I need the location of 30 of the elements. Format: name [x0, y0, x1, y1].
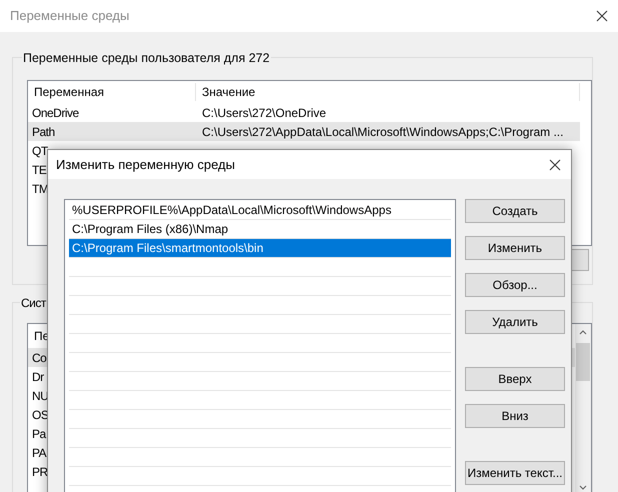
column-header[interactable]: Значение	[196, 83, 580, 101]
dialog-button[interactable]: Создать	[465, 199, 565, 223]
table-cell-text: C:\Users\272\AppData\Local\Microsoft\WindowsApps;C:\Program ...	[201, 124, 564, 140]
dialog-button[interactable]: Изменить	[465, 236, 565, 260]
scrollbar-thumb[interactable]	[576, 343, 590, 381]
dialog-button[interactable]: Изменить текст...	[465, 461, 565, 485]
column-header[interactable]: Переменная	[28, 83, 196, 101]
table-cell-text: PA	[32, 444, 46, 462]
table-cell: OneDrive	[32, 106, 79, 120]
table-cell: Path	[32, 124, 55, 138]
window-title: Переменные среды	[10, 7, 130, 26]
path-entry[interactable]: C:\Program Files\smartmontools\bin	[69, 239, 451, 258]
close-icon[interactable]	[549, 158, 561, 170]
dialog-button[interactable]: Вниз	[465, 404, 565, 428]
dialog-button[interactable]: Удалить	[465, 310, 565, 334]
dialog-button[interactable]: Вверх	[465, 367, 565, 391]
table-cell: QT	[32, 144, 48, 158]
dialog-button[interactable]: Обзор...	[465, 273, 565, 297]
dialog-title: Изменить переменную среды	[56, 156, 235, 174]
table-row[interactable]: OneDrive C:\Users\272\OneDrive	[28, 103, 580, 122]
path-entry[interactable]: %USERPROFILE%\AppData\Local\Microsoft\WindowsApps	[69, 201, 451, 220]
table-cell-text: Dr	[32, 368, 44, 386]
scroll-up-icon[interactable]	[579, 330, 587, 335]
table-cell-text: Pa	[32, 426, 46, 442]
table-row[interactable]: Path C:\Users\272\AppData\Local\Microsoft\WindowsApps;C:\Program ...	[28, 122, 580, 141]
scrollbar[interactable]	[575, 324, 591, 492]
table-cell-text: Co	[32, 350, 46, 366]
scroll-down-icon[interactable]	[579, 485, 587, 490]
close-icon[interactable]	[596, 10, 608, 22]
table-cell-text: C:\Users\272\OneDrive	[201, 104, 326, 122]
